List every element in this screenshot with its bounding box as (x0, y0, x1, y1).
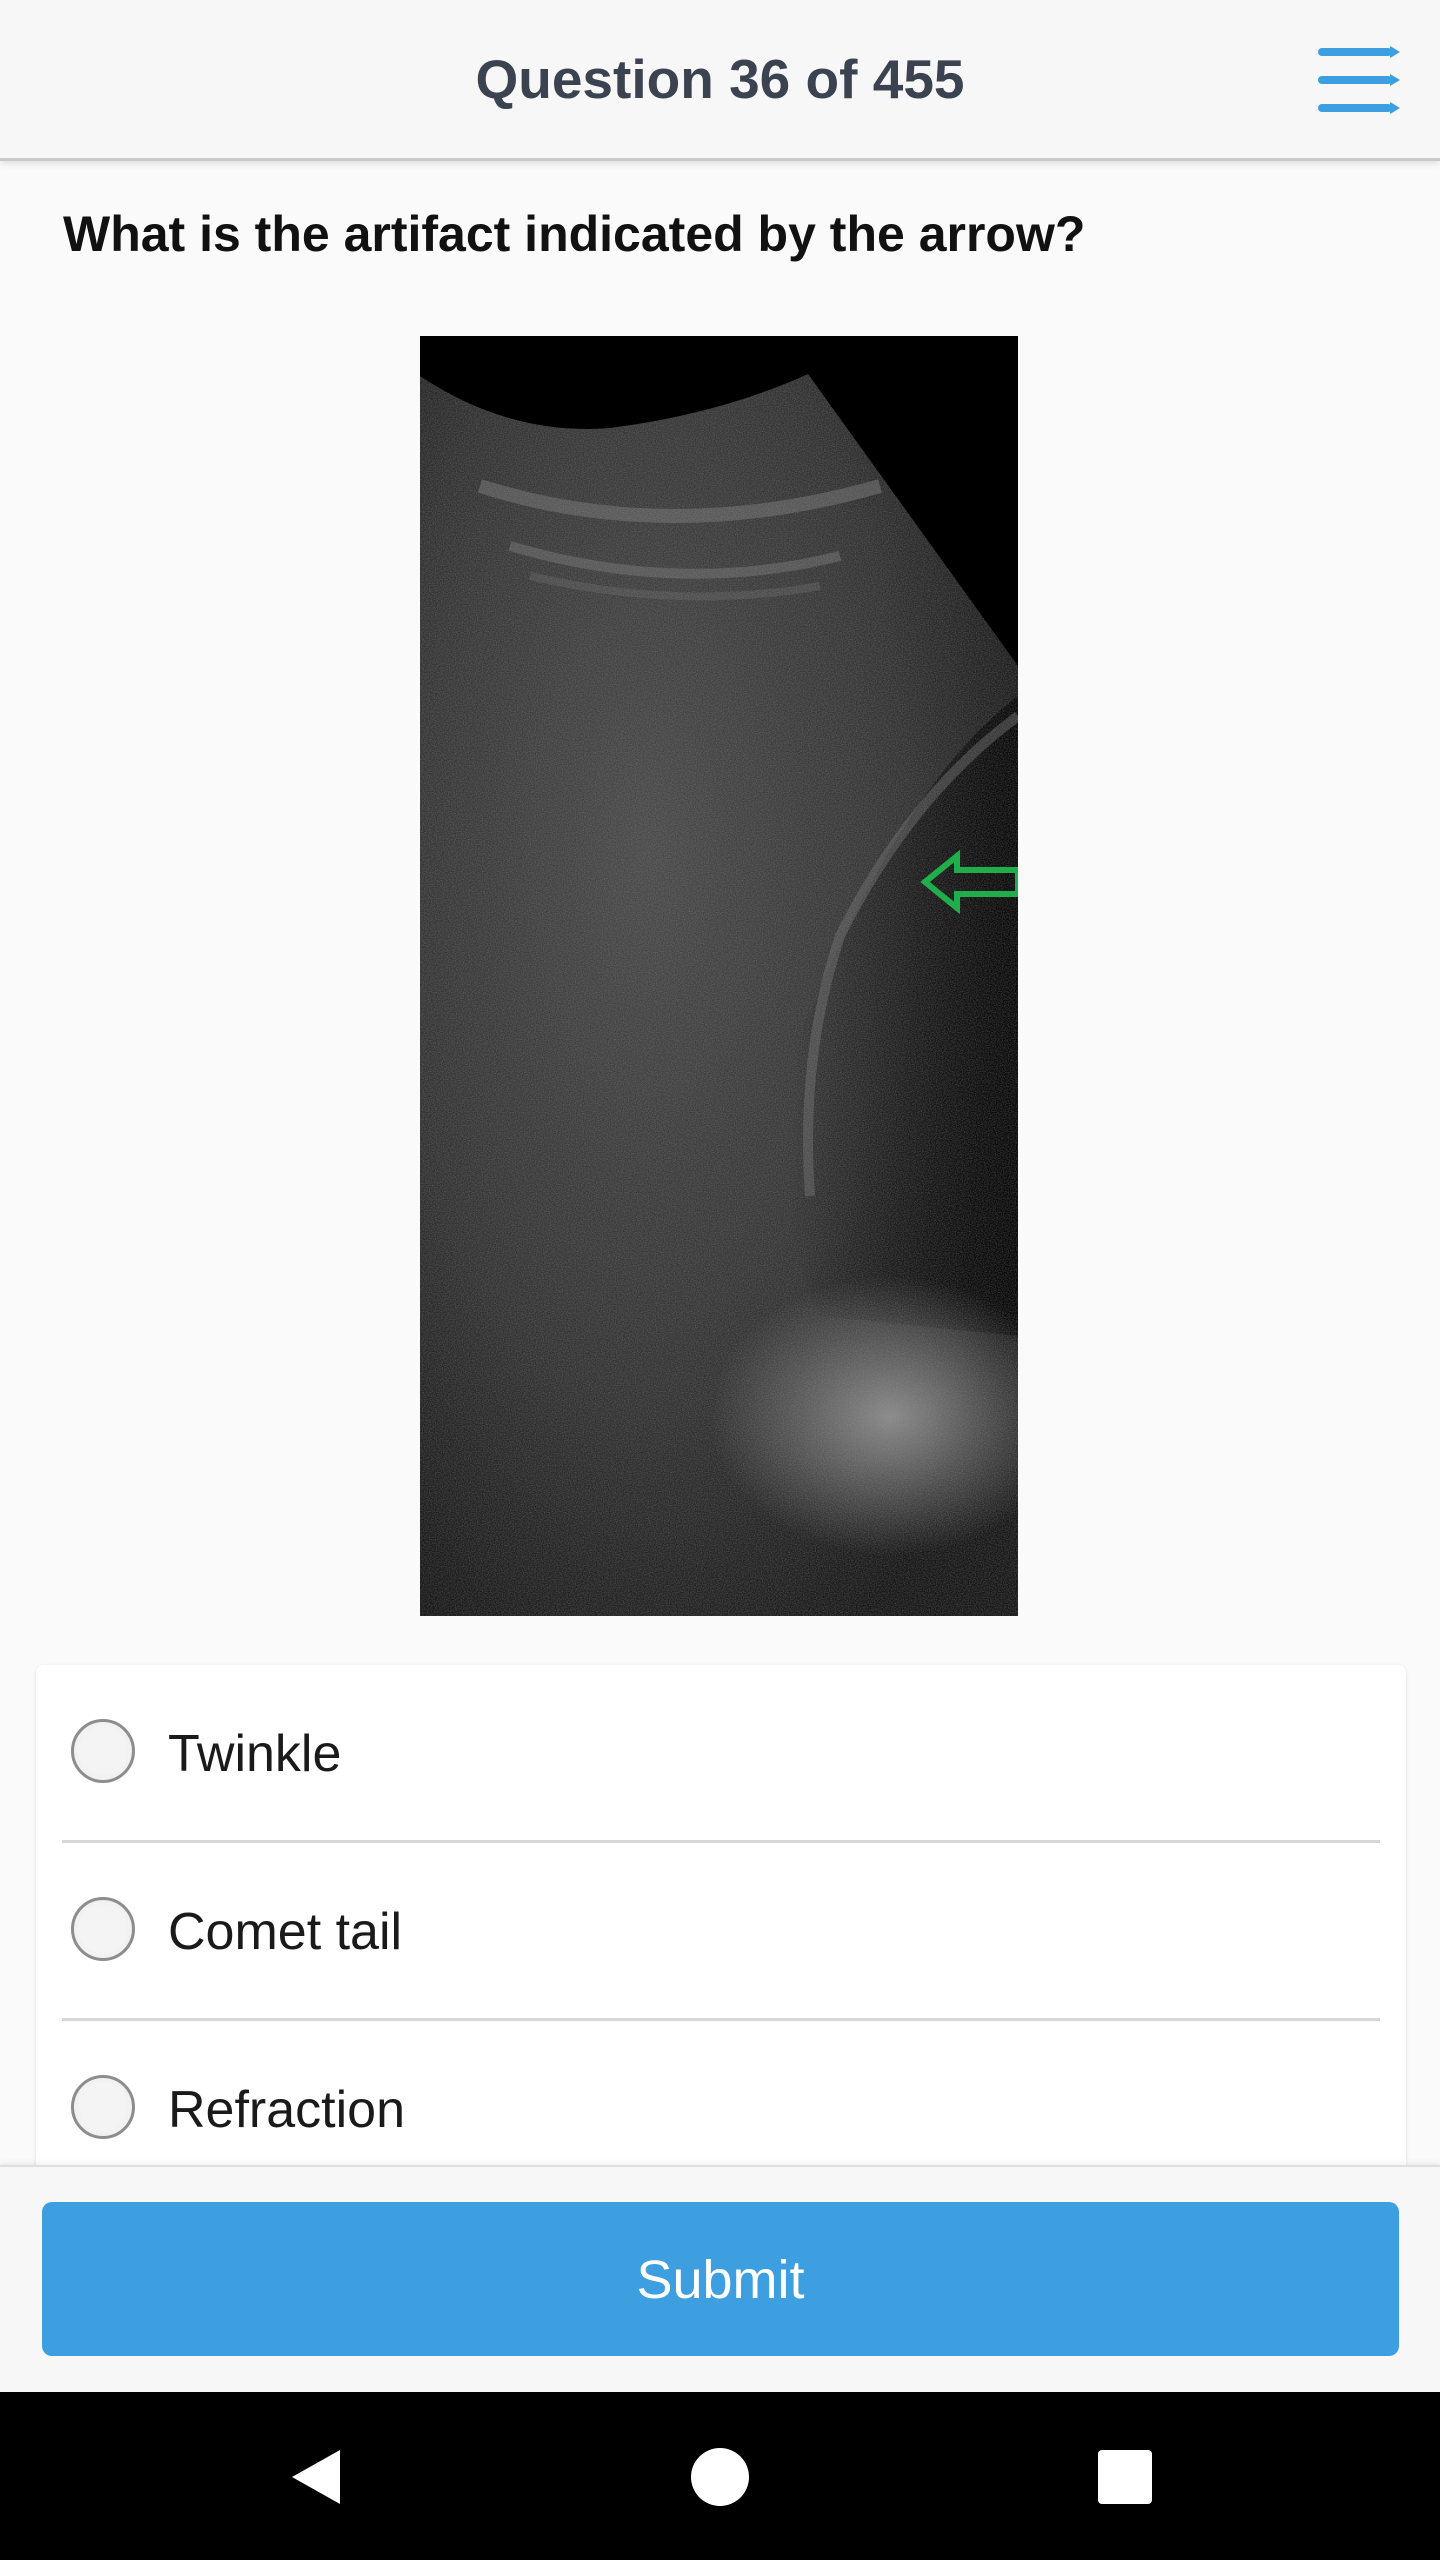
back-icon[interactable] (272, 2432, 362, 2522)
question-counter: Question 36 of 455 (475, 48, 965, 110)
ultrasound-image (420, 336, 1018, 1616)
hamburger-menu-icon (1318, 46, 1400, 114)
answer-options-card: Twinkle Comet tail Refraction (36, 1665, 1406, 2185)
radio-button[interactable] (71, 2075, 135, 2139)
home-icon[interactable] (675, 2432, 765, 2522)
option-label: Comet tail (168, 1903, 403, 1961)
submit-button[interactable]: Submit (42, 2202, 1399, 2356)
option-label: Twinkle (168, 1725, 342, 1783)
app-header: Question 36 of 455 (0, 0, 1440, 161)
question-text: What is the artifact indicated by the ar… (63, 206, 1086, 262)
menu-button[interactable] (1316, 44, 1400, 116)
radio-button[interactable] (71, 1897, 135, 1961)
option-twinkle[interactable]: Twinkle (36, 1665, 1406, 1843)
radio-button[interactable] (71, 1719, 135, 1783)
recents-icon[interactable] (1080, 2432, 1170, 2522)
action-bar: Submit (0, 2165, 1440, 2394)
option-comet-tail[interactable]: Comet tail (36, 1843, 1406, 2021)
system-nav-bar (0, 2392, 1440, 2560)
